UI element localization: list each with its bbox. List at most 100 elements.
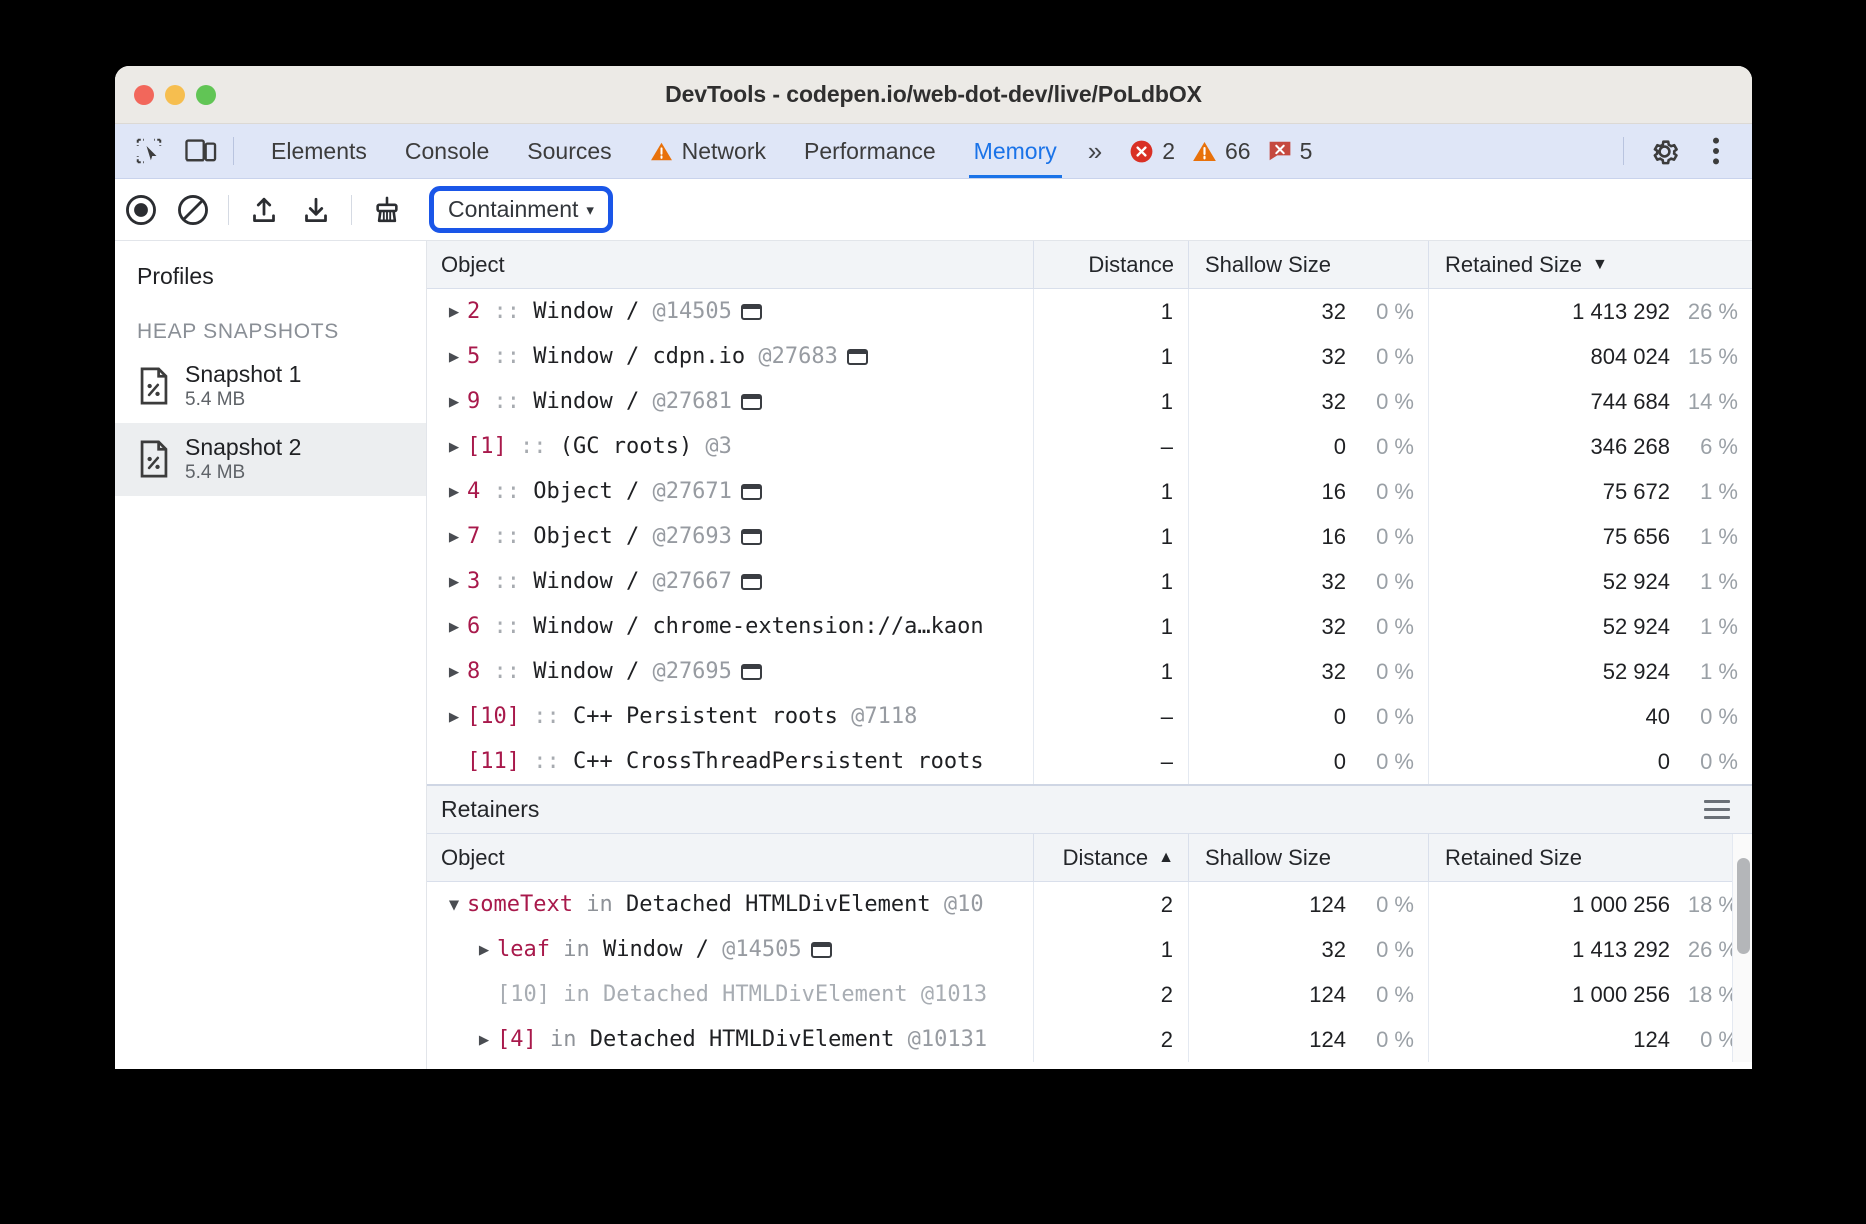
- tab-label: Elements: [271, 138, 367, 165]
- retained-size-value: 52 924: [1603, 569, 1670, 595]
- table-row[interactable]: ▶leaf in Window / @145051320 %1 413 2922…: [427, 927, 1752, 972]
- tab-performance[interactable]: Performance: [785, 124, 955, 178]
- column-label: Object: [441, 252, 505, 278]
- more-tabs-icon[interactable]: »: [1076, 136, 1111, 167]
- profiles-sidebar: Profiles HEAP SNAPSHOTS Snapshot 1: [115, 241, 427, 1069]
- inspect-element-icon[interactable]: [127, 131, 171, 171]
- shallow-size-value: 0: [1334, 749, 1346, 775]
- expand-triangle-icon[interactable]: ▶: [441, 347, 467, 367]
- row-object-cell: ▶2 :: Window / @14505: [427, 289, 1034, 334]
- clear-icon[interactable]: [167, 188, 219, 232]
- sidebar-item-snapshot-2[interactable]: Snapshot 2 5.4 MB: [115, 423, 426, 496]
- column-header-distance[interactable]: Distance ▲: [1034, 834, 1189, 881]
- row-node-id: 4: [467, 479, 480, 504]
- scrollbar-thumb[interactable]: [1737, 858, 1750, 954]
- shallow-size-percent: 0 %: [1346, 614, 1414, 640]
- error-counter[interactable]: 2: [1129, 138, 1175, 165]
- expand-triangle-icon[interactable]: ▶: [471, 940, 497, 960]
- expand-triangle-icon[interactable]: ▶: [441, 572, 467, 592]
- tab-console[interactable]: Console: [386, 124, 508, 178]
- row-object-cell: ▶9 :: Window / @27681: [427, 379, 1034, 424]
- column-header-retained-size[interactable]: Retained Size: [1429, 834, 1752, 881]
- row-distance-cell: 1: [1034, 289, 1189, 334]
- tab-memory[interactable]: Memory: [955, 124, 1076, 178]
- collect-garbage-icon[interactable]: [361, 188, 413, 232]
- table-row[interactable]: ▶[4] in Detached HTMLDivElement @1013121…: [427, 1017, 1752, 1062]
- table-row[interactable]: ▶3 :: Window / @276671320 %52 9241 %: [427, 559, 1752, 604]
- tab-label: Console: [405, 138, 489, 165]
- row-shallow-size-cell: 320 %: [1189, 927, 1429, 972]
- column-label: Distance: [1063, 845, 1149, 871]
- download-profile-icon[interactable]: [290, 188, 342, 232]
- column-header-shallow-size[interactable]: Shallow Size: [1189, 241, 1429, 288]
- issue-counter[interactable]: 5: [1268, 138, 1313, 165]
- expand-triangle-icon[interactable]: ▶: [441, 392, 467, 412]
- retainers-scrollbar[interactable]: [1732, 834, 1752, 1062]
- expand-triangle-icon[interactable]: ▶: [441, 437, 467, 457]
- row-separator: ::: [480, 299, 533, 324]
- record-icon[interactable]: [115, 188, 167, 232]
- expand-triangle-icon[interactable]: ▶: [441, 302, 467, 322]
- table-row[interactable]: [11] :: C++ CrossThreadPersistent roots–…: [427, 739, 1752, 784]
- row-shallow-size-cell: 320 %: [1189, 649, 1429, 694]
- expand-triangle-icon[interactable]: ▶: [441, 482, 467, 502]
- row-object-id: @3: [692, 434, 732, 459]
- warning-count: 66: [1225, 138, 1251, 165]
- table-row[interactable]: ▶[10] :: C++ Persistent roots @7118–00 %…: [427, 694, 1752, 739]
- table-row[interactable]: ▶5 :: Window / cdpn.io @276831320 %804 0…: [427, 334, 1752, 379]
- row-separator: ::: [480, 659, 533, 684]
- tab-elements[interactable]: Elements: [252, 124, 386, 178]
- row-class-name: Window /: [533, 299, 639, 324]
- table-row[interactable]: ▶2 :: Window / @145051320 %1 413 29226 %: [427, 289, 1752, 334]
- devtools-tabbar: Elements Console Sources Network: [115, 124, 1752, 179]
- view-select[interactable]: Containment ▾: [440, 194, 602, 225]
- table-row[interactable]: ▶9 :: Window / @276811320 %744 68414 %: [427, 379, 1752, 424]
- row-shallow-size-cell: 320 %: [1189, 559, 1429, 604]
- expand-triangle-icon[interactable]: ▶: [471, 1030, 497, 1050]
- sidebar-item-snapshot-1[interactable]: Snapshot 1 5.4 MB: [115, 350, 426, 423]
- tab-network[interactable]: Network: [631, 124, 785, 178]
- retained-size-percent: 18 %: [1670, 982, 1738, 1008]
- row-retained-size-cell: 1 000 25618 %: [1429, 972, 1752, 1017]
- column-header-object[interactable]: Object: [427, 241, 1034, 288]
- table-row[interactable]: [10] in Detached HTMLDivElement @1013212…: [427, 972, 1752, 1017]
- column-label: Shallow Size: [1205, 845, 1331, 871]
- column-header-retained-size[interactable]: Retained Size ▼: [1429, 241, 1752, 288]
- retained-size-percent: 26 %: [1670, 299, 1738, 325]
- device-toolbar-icon[interactable]: [179, 131, 223, 171]
- shallow-size-percent: 0 %: [1346, 299, 1414, 325]
- upload-profile-icon[interactable]: [238, 188, 290, 232]
- expand-triangle-icon[interactable]: ▼: [441, 895, 467, 915]
- column-header-distance[interactable]: Distance: [1034, 241, 1189, 288]
- row-object-cell: ▶6 :: Window / chrome-extension://a…kaon: [427, 604, 1034, 649]
- expand-triangle-icon[interactable]: ▶: [441, 527, 467, 547]
- expand-triangle-icon[interactable]: ▶: [441, 662, 467, 682]
- table-row[interactable]: ▶7 :: Object / @276931160 %75 6561 %: [427, 514, 1752, 559]
- retainers-grid: Object Distance ▲ Shallow Size Retained …: [427, 834, 1752, 1062]
- shallow-size-percent: 0 %: [1346, 704, 1414, 730]
- row-class-name: Window / chrome-extension://a…kaon: [533, 614, 983, 639]
- error-icon: [1129, 139, 1154, 164]
- warning-counter[interactable]: 66: [1192, 138, 1251, 165]
- heap-snapshots-group-label: HEAP SNAPSHOTS: [115, 290, 426, 350]
- column-header-shallow-size[interactable]: Shallow Size: [1189, 834, 1429, 881]
- retained-size-percent: 1 %: [1670, 569, 1738, 595]
- shallow-size-percent: 0 %: [1346, 344, 1414, 370]
- table-row[interactable]: ▶[1] :: (GC roots) @3–00 %346 2686 %: [427, 424, 1752, 469]
- gear-icon[interactable]: [1642, 131, 1686, 171]
- row-distance-cell: –: [1034, 424, 1189, 469]
- row-shallow-size-cell: 00 %: [1189, 694, 1429, 739]
- tab-sources[interactable]: Sources: [508, 124, 630, 178]
- shallow-size-value: 124: [1309, 892, 1346, 918]
- retained-size-value: 52 924: [1603, 659, 1670, 685]
- kebab-menu-icon[interactable]: [1694, 131, 1738, 171]
- window-object-icon: [741, 574, 762, 590]
- hamburger-menu-icon[interactable]: [1704, 800, 1730, 819]
- table-row[interactable]: ▼someText in Detached HTMLDivElement @10…: [427, 882, 1752, 927]
- expand-triangle-icon[interactable]: ▶: [441, 707, 467, 727]
- expand-triangle-icon[interactable]: ▶: [441, 617, 467, 637]
- table-row[interactable]: ▶6 :: Window / chrome-extension://a…kaon…: [427, 604, 1752, 649]
- column-header-object[interactable]: Object: [427, 834, 1034, 881]
- table-row[interactable]: ▶4 :: Object / @276711160 %75 6721 %: [427, 469, 1752, 514]
- table-row[interactable]: ▶8 :: Window / @276951320 %52 9241 %: [427, 649, 1752, 694]
